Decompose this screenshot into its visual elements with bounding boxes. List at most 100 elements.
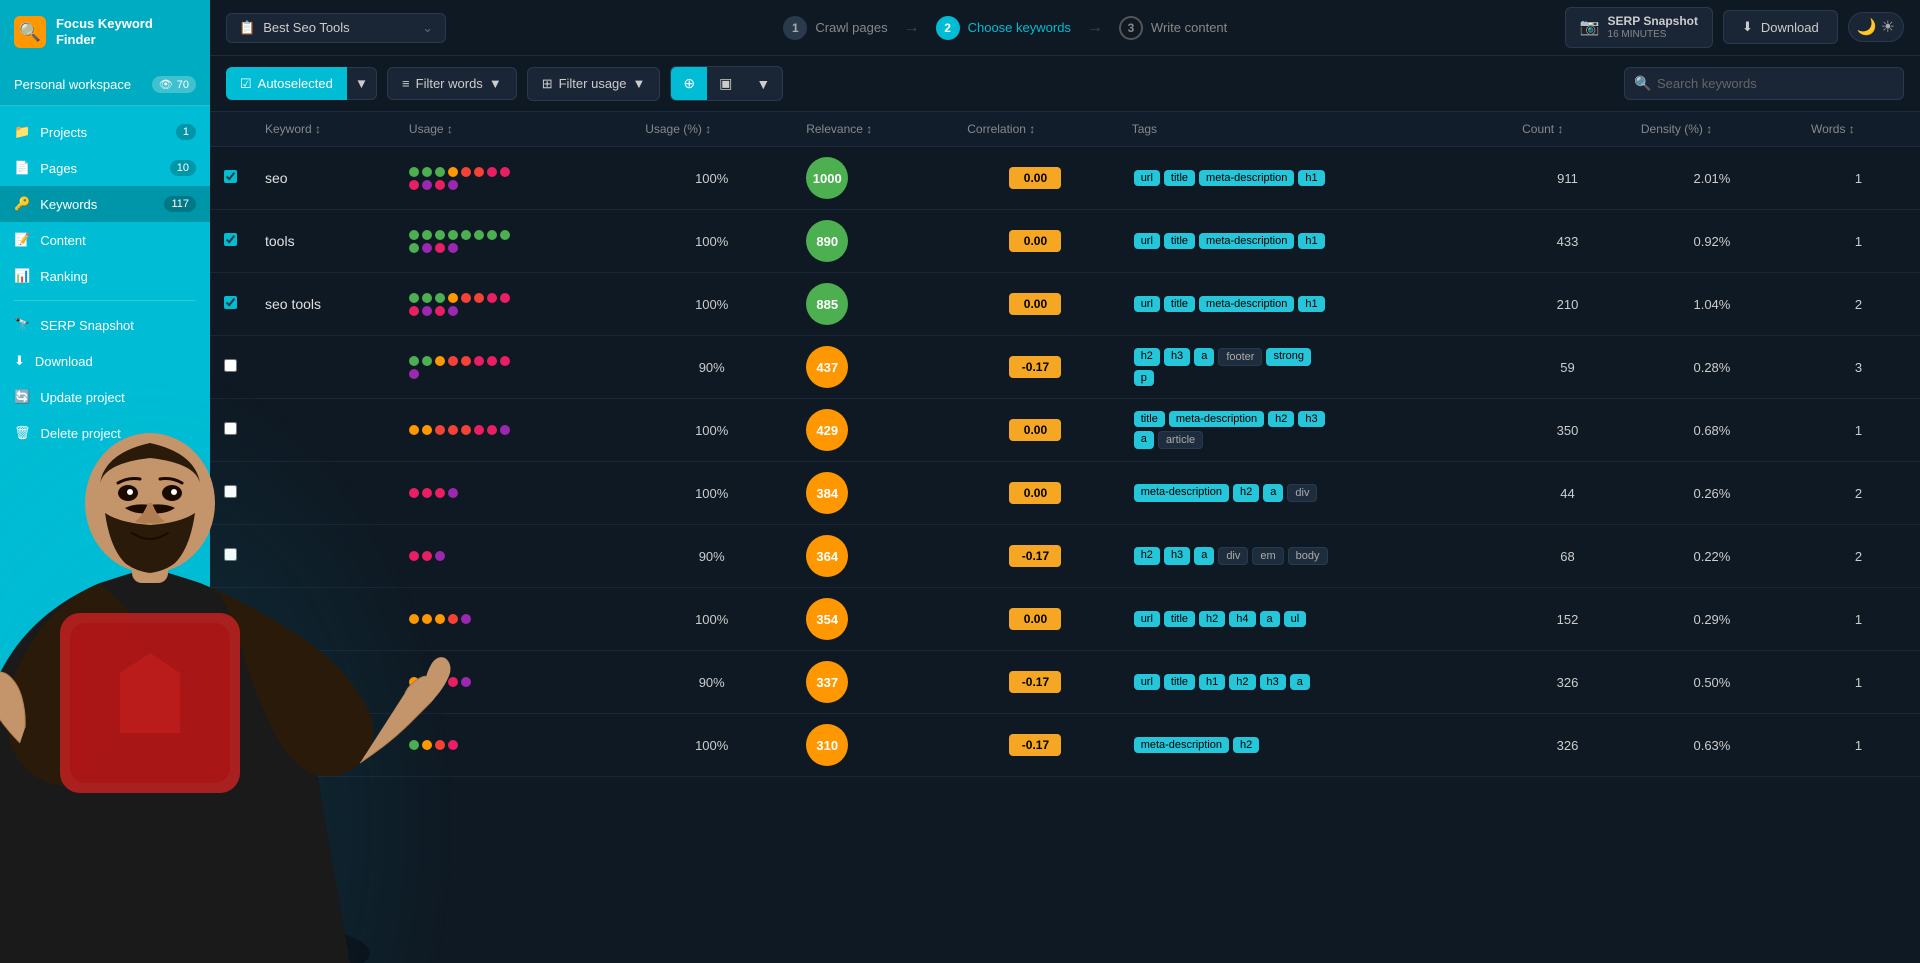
usage-dot [448,243,458,253]
tags-cell: urltitlemeta-descriptionh1 [1118,210,1508,273]
pages-label: Pages [40,161,77,176]
sidebar-item-keywords[interactable]: 🔑 Keywords 117 [0,186,210,222]
sidebar-item-projects[interactable]: 📁 Projects 1 [0,114,210,150]
usage-dots-cell [395,714,631,777]
density-cell: 0.29% [1627,588,1797,651]
serp-icon: 🔭 [14,317,30,333]
autoselected-group: ☑ Autoselected ▼ [226,67,377,100]
count-cell: 433 [1508,210,1627,273]
sidebar-item-content[interactable]: 📝 Content [0,222,210,258]
correlation-badge: 0.00 [1009,167,1061,189]
filter-words-button[interactable]: ≡ Filter words ▼ [387,67,517,100]
col-keyword[interactable]: Keyword ↕ [251,112,395,147]
tags-cell: urltitleh2h4aul [1118,588,1508,651]
col-correlation[interactable]: Correlation ↕ [953,112,1117,147]
sidebar-item-pages[interactable]: 📄 Pages 10 [0,150,210,186]
row-checkbox[interactable] [224,359,237,372]
wizard-step-3-num: 3 [1119,16,1143,40]
sidebar-item-ranking[interactable]: 📊 Ranking [0,258,210,294]
usage-dot [448,740,458,750]
usage-dot [448,293,458,303]
words-cell: 1 [1797,651,1920,714]
sidebar: 🔍 Focus Keyword Finder Personal workspac… [0,0,210,963]
pages-badge: 10 [170,160,196,176]
usage-dot [422,677,432,687]
row-checkbox[interactable] [224,674,237,687]
tag: h2 [1229,674,1255,690]
correlation-cell: 0.00 [953,588,1117,651]
tag: ul [1284,611,1307,627]
sidebar-item-delete-project[interactable]: 🗑 Delete project [0,415,210,451]
keyword-cell [251,336,395,399]
row-checkbox[interactable] [224,485,237,498]
keywords-table-body: seo100%10000.00urltitlemeta-descriptionh… [210,147,1920,777]
view-more-button[interactable]: ▼ [744,67,782,100]
row-checkbox[interactable] [224,233,237,246]
usage-dot [448,614,458,624]
ranking-icon: 📊 [14,268,30,284]
relevance-badge: 890 [806,220,848,262]
usage-dot [487,356,497,366]
theme-toggle[interactable]: 🌙 ☀ [1848,12,1904,42]
list-view-button[interactable]: ▣ [707,67,744,100]
filter-words-chevron: ▼ [489,76,502,91]
row-checkbox[interactable] [224,296,237,309]
filter-usage-button[interactable]: ⊞ Filter usage ▼ [527,67,661,101]
row-checkbox[interactable] [224,170,237,183]
row-checkbox[interactable] [224,422,237,435]
moon-icon: 🌙 [1857,17,1877,37]
tag: a [1263,484,1283,502]
col-density[interactable]: Density (%) ↕ [1627,112,1797,147]
tag: url [1134,170,1160,186]
row-checkbox[interactable] [224,737,237,750]
tag: meta-description [1199,296,1294,312]
sidebar-item-download[interactable]: ⬇ Download [0,343,210,379]
search-keywords-input[interactable] [1624,67,1904,100]
density-cell: 1.04% [1627,273,1797,336]
tag: h1 [1298,233,1324,249]
grid-view-button[interactable]: ⊕ [671,67,707,100]
wizard-step-3[interactable]: 3 Write content [1119,16,1227,40]
download-button[interactable]: ⬇ Download [1723,10,1838,44]
count-cell: 68 [1508,525,1627,588]
relevance-badge: 429 [806,409,848,451]
count-cell: 152 [1508,588,1627,651]
usage-dot [435,230,445,240]
usage-dot [422,425,432,435]
autoselected-arrow[interactable]: ▼ [347,67,377,100]
wizard-steps: 1 Crawl pages → 2 Choose keywords → 3 Wr… [458,16,1553,40]
workspace-count: 70 [177,79,189,91]
col-relevance[interactable]: Relevance ↕ [792,112,953,147]
wizard-step-2[interactable]: 2 Choose keywords [936,16,1071,40]
serp-snapshot-button[interactable]: 📷 SERP Snapshot 16 MINUTES [1565,7,1713,47]
wizard-step-1[interactable]: 1 Crawl pages [783,16,887,40]
sidebar-logo: 🔍 Focus Keyword Finder [0,0,210,64]
serp-snapshot-subtitle: 16 MINUTES [1608,29,1698,41]
col-count[interactable]: Count ↕ [1508,112,1627,147]
sidebar-item-update-project[interactable]: 🔄 Update project [0,379,210,415]
usage-dot [409,551,419,561]
correlation-cell: 0.00 [953,399,1117,462]
col-usage-pct[interactable]: Usage (%) ↕ [631,112,792,147]
project-selector[interactable]: 📋 Best Seo Tools ⌄ [226,13,446,43]
row-checkbox[interactable] [224,611,237,624]
usage-dot [487,230,497,240]
autoselected-label: Autoselected [258,76,333,91]
tag: meta-description [1199,170,1294,186]
usage-dot [422,488,432,498]
usage-pct-cell: 100% [631,399,792,462]
density-cell: 0.28% [1627,336,1797,399]
usage-dots-cell [395,399,631,462]
download-icon-topbar: ⬇ [1742,19,1753,35]
keyword-cell: seo tools [251,273,395,336]
tag: h1 [1199,674,1225,690]
col-usage[interactable]: Usage ↕ [395,112,631,147]
autoselected-button[interactable]: ☑ Autoselected [226,67,347,100]
sidebar-nav: 📁 Projects 1 📄 Pages 10 🔑 Keywords 117 📝… [0,106,210,963]
tag: footer [1218,348,1262,366]
row-checkbox[interactable] [224,548,237,561]
tags-cell: titlemeta-descriptionh2h3aarticle [1118,399,1508,462]
sidebar-item-serp-snapshot[interactable]: 🔭 SERP Snapshot [0,307,210,343]
relevance-cell: 364 [792,525,953,588]
col-words[interactable]: Words ↕ [1797,112,1920,147]
